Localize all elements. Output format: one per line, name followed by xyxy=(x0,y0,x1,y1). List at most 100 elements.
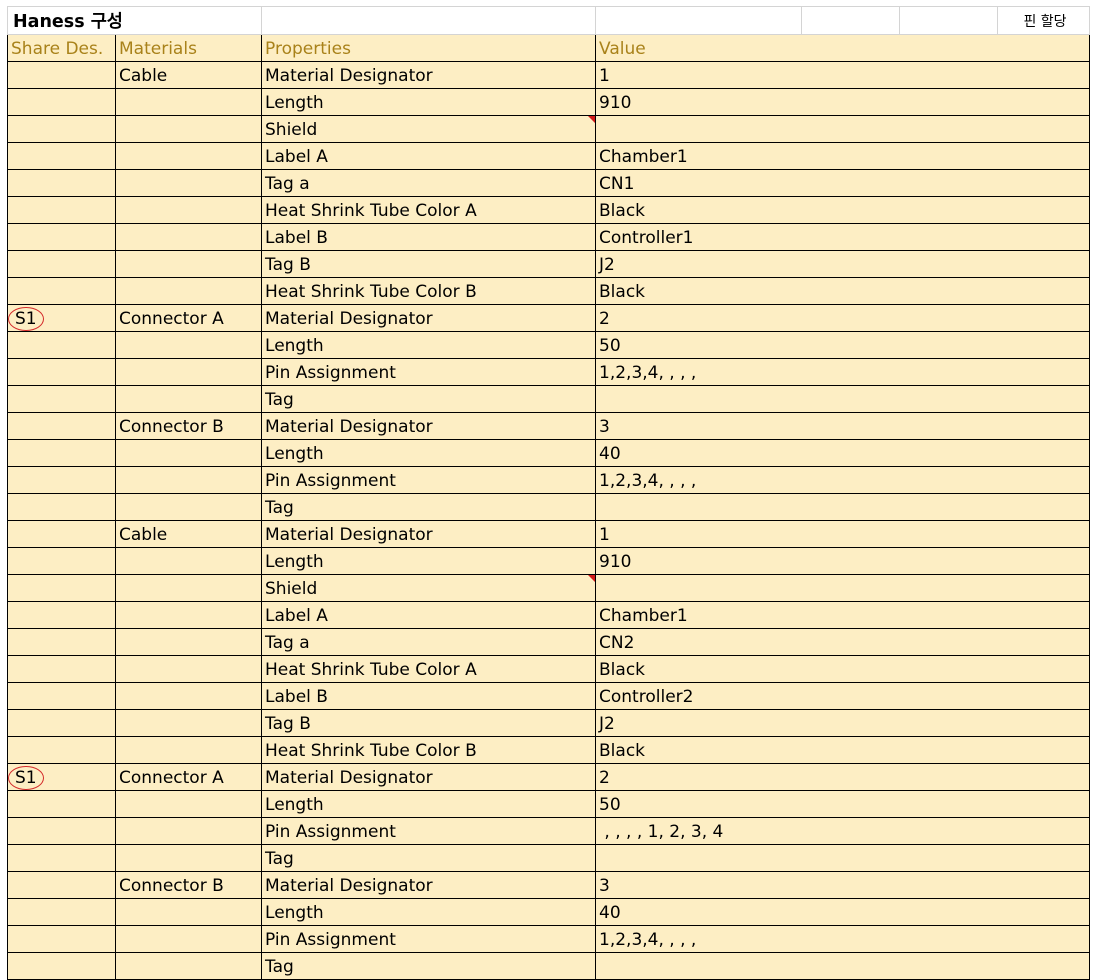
properties-cell[interactable]: Material Designator xyxy=(261,763,597,791)
value-cell[interactable]: Controller2 xyxy=(595,682,1091,710)
value-cell[interactable] xyxy=(595,574,1091,602)
share-des-cell[interactable] xyxy=(7,493,116,521)
properties-cell[interactable]: Tag a xyxy=(261,169,597,197)
properties-cell[interactable]: Tag xyxy=(261,844,597,872)
properties-cell[interactable]: Material Designator xyxy=(261,304,597,332)
properties-cell[interactable]: Tag a xyxy=(261,628,597,656)
comment-marker-icon[interactable] xyxy=(588,575,595,582)
properties-cell[interactable]: Shield xyxy=(261,574,597,602)
materials-cell[interactable] xyxy=(114,142,263,170)
value-cell[interactable]: J2 xyxy=(595,250,1091,278)
materials-cell[interactable] xyxy=(114,709,263,737)
materials-cell[interactable] xyxy=(114,466,263,494)
share-des-cell[interactable] xyxy=(7,331,116,359)
properties-cell[interactable]: Label A xyxy=(261,142,597,170)
properties-cell[interactable]: Length xyxy=(261,898,597,926)
value-cell[interactable]: Black xyxy=(595,277,1091,305)
value-cell[interactable]: 1 xyxy=(595,61,1091,89)
properties-cell[interactable]: Label A xyxy=(261,601,597,629)
materials-cell[interactable] xyxy=(114,736,263,764)
value-cell[interactable]: Black xyxy=(595,655,1091,683)
value-cell[interactable]: 50 xyxy=(595,790,1091,818)
share-des-cell[interactable] xyxy=(7,142,116,170)
share-des-cell[interactable] xyxy=(7,439,116,467)
value-cell[interactable]: J2 xyxy=(595,709,1091,737)
properties-cell[interactable]: Length xyxy=(261,331,597,359)
materials-cell[interactable] xyxy=(114,493,263,521)
share-des-cell[interactable] xyxy=(7,682,116,710)
share-des-cell[interactable] xyxy=(7,547,116,575)
value-cell[interactable]: 40 xyxy=(595,439,1091,467)
materials-cell[interactable] xyxy=(114,790,263,818)
materials-cell[interactable]: Connector A xyxy=(114,304,263,332)
share-des-cell[interactable] xyxy=(7,169,116,197)
value-cell[interactable]: 2 xyxy=(595,304,1091,332)
materials-cell[interactable]: Cable xyxy=(114,520,263,548)
value-cell[interactable]: Chamber1 xyxy=(595,142,1091,170)
value-cell[interactable]: 50 xyxy=(595,331,1091,359)
properties-cell[interactable]: Length xyxy=(261,88,597,116)
properties-cell[interactable]: Heat Shrink Tube Color B xyxy=(261,736,597,764)
share-des-cell[interactable] xyxy=(7,196,116,224)
value-cell[interactable]: CN1 xyxy=(595,169,1091,197)
properties-cell[interactable]: Tag xyxy=(261,952,597,980)
materials-cell[interactable]: Connector B xyxy=(114,412,263,440)
value-cell[interactable]: 1 xyxy=(595,520,1091,548)
materials-cell[interactable] xyxy=(114,628,263,656)
value-cell[interactable]: 3 xyxy=(595,871,1091,899)
properties-cell[interactable]: Pin Assignment xyxy=(261,817,597,845)
properties-cell[interactable]: Material Designator xyxy=(261,61,597,89)
header-share-des[interactable]: Share Des. xyxy=(7,34,116,62)
properties-cell[interactable]: Shield xyxy=(261,115,597,143)
materials-cell[interactable] xyxy=(114,655,263,683)
materials-cell[interactable] xyxy=(114,223,263,251)
materials-cell[interactable] xyxy=(114,601,263,629)
empty-cell[interactable] xyxy=(261,6,597,35)
materials-cell[interactable] xyxy=(114,196,263,224)
materials-cell[interactable]: Connector A xyxy=(114,763,263,791)
value-cell[interactable] xyxy=(595,844,1091,872)
share-des-cell[interactable] xyxy=(7,223,116,251)
materials-cell[interactable] xyxy=(114,925,263,953)
share-des-cell[interactable] xyxy=(7,898,116,926)
value-cell[interactable]: 910 xyxy=(595,88,1091,116)
share-des-cell[interactable]: S1 xyxy=(7,304,116,332)
properties-cell[interactable]: Heat Shrink Tube Color A xyxy=(261,196,597,224)
share-des-cell[interactable] xyxy=(7,871,116,899)
materials-cell[interactable] xyxy=(114,574,263,602)
materials-cell[interactable] xyxy=(114,898,263,926)
share-des-cell[interactable] xyxy=(7,628,116,656)
materials-cell[interactable] xyxy=(114,169,263,197)
properties-cell[interactable]: Material Designator xyxy=(261,412,597,440)
value-cell[interactable] xyxy=(595,952,1091,980)
share-des-cell[interactable] xyxy=(7,277,116,305)
properties-cell[interactable]: Pin Assignment xyxy=(261,925,597,953)
value-cell[interactable] xyxy=(595,385,1091,413)
value-cell[interactable]: , , , , 1, 2, 3, 4 xyxy=(595,817,1091,845)
share-des-cell[interactable] xyxy=(7,520,116,548)
share-des-cell[interactable] xyxy=(7,655,116,683)
materials-cell[interactable] xyxy=(114,682,263,710)
materials-cell[interactable] xyxy=(114,844,263,872)
share-des-cell[interactable] xyxy=(7,385,116,413)
materials-cell[interactable] xyxy=(114,331,263,359)
value-cell[interactable]: 2 xyxy=(595,763,1091,791)
properties-cell[interactable]: Length xyxy=(261,439,597,467)
share-des-cell[interactable] xyxy=(7,952,116,980)
value-cell[interactable]: 1,2,3,4, , , , xyxy=(595,466,1091,494)
properties-cell[interactable]: Length xyxy=(261,547,597,575)
value-cell[interactable] xyxy=(595,115,1091,143)
value-cell[interactable]: Controller1 xyxy=(595,223,1091,251)
materials-cell[interactable] xyxy=(114,952,263,980)
properties-cell[interactable]: Material Designator xyxy=(261,871,597,899)
value-cell[interactable]: Chamber1 xyxy=(595,601,1091,629)
value-cell[interactable]: Black xyxy=(595,196,1091,224)
value-cell[interactable]: 1,2,3,4, , , , xyxy=(595,358,1091,386)
share-des-cell[interactable] xyxy=(7,817,116,845)
comment-marker-icon[interactable] xyxy=(588,116,595,123)
share-des-cell[interactable] xyxy=(7,709,116,737)
share-des-cell[interactable] xyxy=(7,115,116,143)
value-cell[interactable]: 910 xyxy=(595,547,1091,575)
properties-cell[interactable]: Heat Shrink Tube Color B xyxy=(261,277,597,305)
properties-cell[interactable]: Pin Assignment xyxy=(261,358,597,386)
